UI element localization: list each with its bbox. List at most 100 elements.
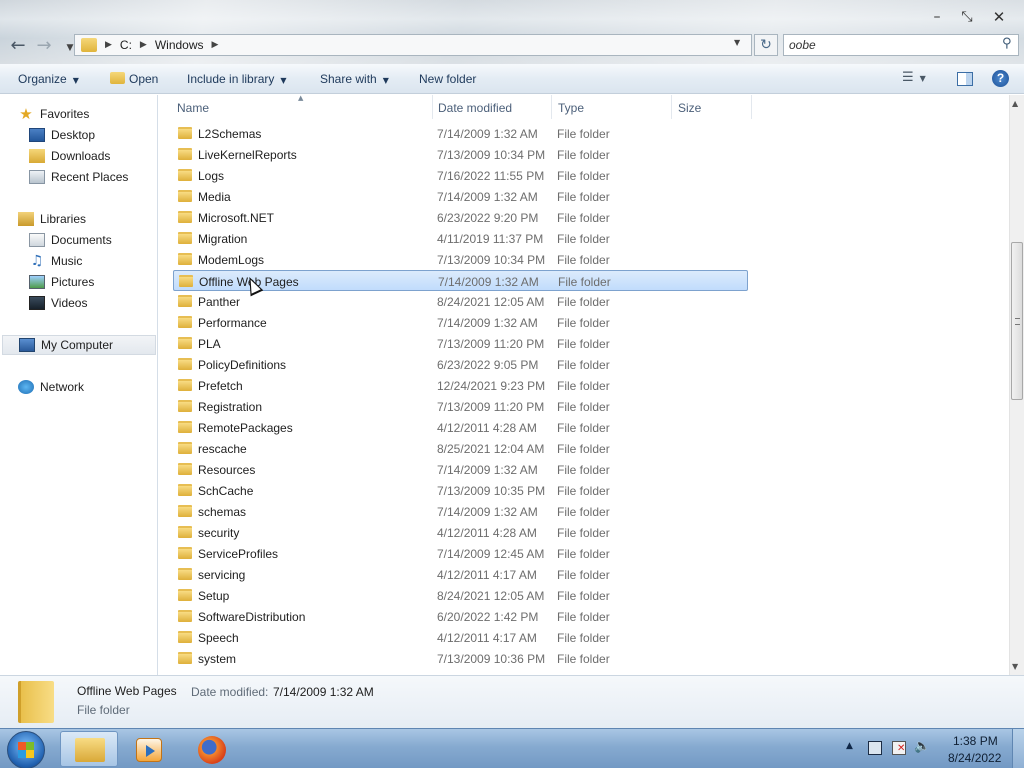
nav-desktop[interactable]: Desktop [29,126,95,144]
nav-label: Network [40,380,85,394]
file-row[interactable]: system 7/13/2009 10:36 PM File folder [173,648,748,669]
file-row[interactable]: Setup 8/24/2021 12:05 AM File folder [173,585,748,606]
column-header-name[interactable]: Name [177,101,209,115]
file-row[interactable]: PLA 7/13/2009 11:20 PM File folder [173,333,748,354]
refresh-icon[interactable]: ↻ [754,34,778,56]
clock-date[interactable]: 8/24/2022 [948,751,1001,765]
nav-downloads[interactable]: Downloads [29,147,110,165]
file-name: ModemLogs [198,253,265,267]
file-type: File folder [557,631,610,645]
file-row[interactable]: PolicyDefinitions 6/23/2022 9:05 PM File f… [173,354,748,375]
share-with-button[interactable]: Share with ▼ [320,72,389,86]
show-desktop-button[interactable] [1012,729,1024,768]
file-row[interactable]: Logs 7/16/2022 11:55 PM File folder [173,165,748,186]
column-header-date-modified[interactable]: Date modified [438,101,512,115]
change-view-button[interactable]: ☰ ▼ [902,70,926,85]
breadcrumb-drive[interactable]: C: [120,38,132,52]
organize-button[interactable]: Organize ▼ [18,72,79,86]
folder-icon [178,484,192,496]
nav-favorites[interactable]: ★ Favorites [18,105,89,123]
column-headers: ▲ Name Date modified Type Size [159,94,1009,119]
breadcrumb-windows[interactable]: Windows [155,38,204,52]
folder-icon [75,738,105,762]
file-row[interactable]: schemas 7/14/2009 1:32 AM File folder [173,501,748,522]
file-row[interactable]: security 4/12/2011 4:28 AM File folder [173,522,748,543]
minimize-button[interactable]: – [924,8,950,26]
file-row[interactable]: ModemLogs 7/13/2009 10:34 PM File folder [173,249,748,270]
file-row[interactable]: RemotePackages 4/12/2011 4:28 AM File fold… [173,417,748,438]
restore-button[interactable]: ⤡ [954,8,980,26]
file-row[interactable]: Prefetch 12/24/2021 9:23 PM File folder [173,375,748,396]
column-divider[interactable] [751,95,752,119]
file-row[interactable]: SoftwareDistribution 6/20/2022 1:42 PM Fil… [173,606,748,627]
file-row[interactable]: servicing 4/12/2011 4:17 AM File folder [173,564,748,585]
windows-logo-icon [18,742,34,758]
nav-music[interactable]: ♫ Music [29,252,83,270]
nav-label: Videos [51,296,88,310]
file-row[interactable]: ServiceProfiles 7/14/2009 12:45 AM File fo… [173,543,748,564]
file-type: File folder [557,169,610,183]
start-button[interactable] [7,731,45,768]
file-name: Registration [198,400,263,414]
file-name: PLA [198,337,221,351]
help-button[interactable]: ? [992,70,1009,87]
folder-icon [178,652,192,664]
nav-libraries[interactable]: Libraries [18,210,86,228]
address-history-dropdown[interactable]: ▼ [734,38,740,47]
action-center-icon[interactable] [892,741,906,755]
nav-documents[interactable]: Documents [29,231,112,249]
file-name: L2Schemas [198,127,262,141]
clock-time[interactable]: 1:38 PM [953,734,998,748]
vertical-scrollbar[interactable]: ▲ ▼ [1009,95,1024,675]
column-header-type[interactable]: Type [558,101,584,115]
address-bar[interactable]: ▶ C: ▶ Windows ▶ [74,34,752,56]
search-input[interactable]: oobe [783,34,1019,56]
file-row[interactable]: rescache 8/25/2021 12:04 AM File folder [173,438,748,459]
column-divider[interactable] [551,95,552,119]
nav-recent-places[interactable]: Recent Places [29,168,128,186]
file-row[interactable]: Microsoft.NET 6/23/2022 9:20 PM File folde… [173,207,748,228]
include-in-library-button[interactable]: Include in library ▼ [187,72,287,86]
file-row[interactable]: Registration 7/13/2009 11:20 PM File folde… [173,396,748,417]
breadcrumb-separator[interactable]: ▶ [212,40,219,50]
file-row[interactable]: Migration 4/11/2019 11:37 PM File folder [173,228,748,249]
file-row[interactable]: Panther 8/24/2021 12:05 AM File folder [173,291,748,312]
volume-icon[interactable]: 🔈 [914,739,930,754]
file-row[interactable]: Media 7/14/2009 1:32 AM File folder [173,186,748,207]
column-divider[interactable] [432,95,433,119]
breadcrumb-separator[interactable]: ▶ [140,40,147,50]
scroll-up-arrow[interactable]: ▲ [1012,99,1018,108]
folder-icon [178,526,192,538]
search-icon[interactable]: ⚲ [1002,36,1012,51]
open-button[interactable]: Open [110,72,158,86]
close-button[interactable]: ✕ [986,8,1012,26]
file-name: security [198,526,240,540]
nav-network[interactable]: Network [18,378,84,396]
file-row[interactable]: L2Schemas 7/14/2009 1:32 AM File folder [173,123,748,144]
scrollbar-thumb[interactable] [1011,242,1023,400]
file-row[interactable]: SchCache 7/13/2009 10:35 PM File folder [173,480,748,501]
nav-my-computer[interactable]: My Computer [2,335,156,355]
file-type: File folder [557,505,610,519]
file-row[interactable]: Speech 4/12/2011 4:17 AM File folder [173,627,748,648]
preview-pane-icon[interactable] [957,72,973,86]
file-row[interactable]: Performance 7/14/2009 1:32 AM File folder [173,312,748,333]
network-tray-icon[interactable] [868,741,882,755]
column-divider[interactable] [671,95,672,119]
nav-pictures[interactable]: Pictures [29,273,94,291]
scroll-down-arrow[interactable]: ▼ [1012,662,1018,671]
file-row[interactable]: LiveKernelReports 7/13/2009 10:34 PM File … [173,144,748,165]
file-row[interactable]: Resources 7/14/2009 1:32 AM File folder [173,459,748,480]
nav-videos[interactable]: Videos [29,294,87,312]
column-header-size[interactable]: Size [678,101,701,115]
new-folder-button[interactable]: New folder [419,72,476,86]
file-date-modified: 7/14/2009 1:32 AM [437,190,538,204]
taskbar-media-player[interactable] [120,731,178,767]
show-hidden-icons-button[interactable]: ▲ [846,741,853,751]
breadcrumb-separator[interactable]: ▶ [105,40,112,50]
forward-arrow-icon[interactable]: → [34,36,54,56]
back-arrow-icon[interactable]: ← [8,36,28,56]
taskbar-firefox[interactable] [184,731,242,767]
file-date-modified: 7/16/2022 11:55 PM [437,169,545,183]
taskbar-windows-explorer[interactable] [60,731,118,767]
